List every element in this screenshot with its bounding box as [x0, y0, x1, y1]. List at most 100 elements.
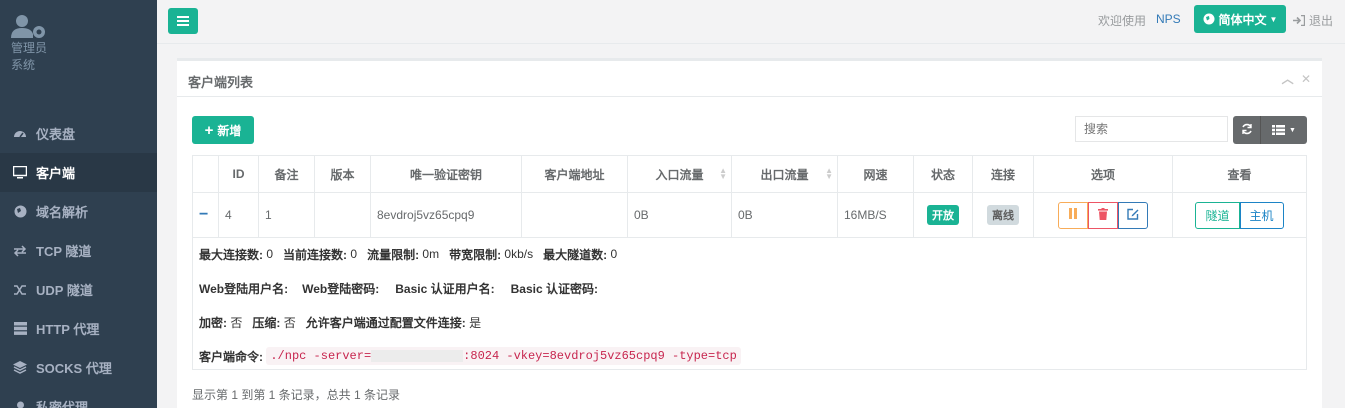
cmd-suffix: :8024 -vkey=8evdroj5vz65cpq9 -type=tcp [463, 349, 737, 363]
dashboard-icon [12, 126, 28, 142]
max-conn-label: 最大连接数: [199, 247, 263, 262]
sidebar-item-domain[interactable]: 域名解析 [0, 192, 157, 231]
client-list-panel: 客户端列表 ︿ ✕ + 新增 ▼ ID 备注 版本 唯一验证密钥 客户端地址 [177, 58, 1322, 408]
col-version[interactable]: 版本 [314, 155, 371, 193]
edit-button[interactable] [1118, 201, 1148, 229]
max-tunnel-value: 0 [610, 247, 618, 261]
columns-dropdown-button[interactable]: ▼ [1261, 116, 1307, 144]
refresh-button[interactable] [1233, 116, 1261, 144]
col-out-flow-label: 出口流量 [760, 167, 809, 182]
language-label: 简体中文 [1218, 12, 1267, 27]
view-host-button[interactable]: 主机 [1239, 201, 1284, 229]
sidebar-item-dashboard[interactable]: 仪表盘 [0, 114, 157, 153]
add-client-button[interactable]: + 新增 [192, 116, 254, 144]
welcome-text: 欢迎使用 [1098, 14, 1147, 28]
cell-in-flow: 0B [627, 192, 732, 238]
add-label: 新增 [217, 123, 242, 138]
sign-out-icon [1293, 15, 1305, 26]
col-in-flow-label: 入口流量 [655, 167, 704, 182]
sidebar-item-tcp[interactable]: TCP 隧道 [0, 231, 157, 270]
cell-out-flow: 0B [731, 192, 838, 238]
language-dropdown[interactable]: 简体中文 ▼ [1194, 5, 1286, 33]
sidebar-item-label: 私密代理 [36, 400, 89, 408]
bars-icon [177, 14, 189, 29]
col-in-flow[interactable]: 入口流量 ▲ ▼ [627, 155, 732, 193]
sidebar-item-clients[interactable]: 客户端 [0, 153, 157, 192]
sidebar-item-label: 域名解析 [36, 205, 89, 220]
client-detail: 最大连接数: 0 当前连接数: 0 流量限制: 0m 带宽限制: 0kb/s 最… [192, 237, 1307, 370]
cell-remark: 1 [258, 192, 315, 238]
col-remark[interactable]: 备注 [258, 155, 315, 193]
layers-icon [12, 360, 28, 376]
col-view: 查看 [1172, 155, 1307, 193]
cell-speed: 16MB/S [837, 192, 914, 238]
sidebar-item-secret[interactable]: 私密代理 [0, 387, 157, 408]
sidebar-item-udp[interactable]: UDP 隧道 [0, 270, 157, 309]
compress-value: 否 [283, 315, 296, 330]
user-secret-icon [12, 399, 28, 408]
crypt-label: 加密: [199, 315, 227, 330]
basic-user-label: Basic 认证用户名: [395, 281, 495, 296]
table-header-row: ID 备注 版本 唯一验证密钥 客户端地址 入口流量 ▲ ▼ 出口流量 ▲ ▼ 网速 状… [192, 155, 1307, 193]
col-vkey[interactable]: 唯一验证密钥 [370, 155, 522, 193]
max-conn-value: 0 [266, 247, 274, 261]
flow-limit-value: 0m [422, 247, 440, 261]
col-expand [192, 155, 219, 193]
table-row: − 4 1 8evdroj5vz65cpq9 0B 0B 16MB/S 开放 离… [192, 192, 1307, 238]
col-id[interactable]: ID [218, 155, 259, 193]
sidebar-item-label: HTTP 代理 [36, 322, 100, 337]
sidebar-item-http[interactable]: HTTP 代理 [0, 309, 157, 348]
view-tunnel-button[interactable]: 隧道 [1195, 201, 1240, 229]
cmd-prefix: ./npc -server= [270, 349, 372, 363]
logout-link[interactable]: 退出 [1293, 12, 1333, 29]
redacted-server-address [371, 349, 464, 362]
rate-limit-value: 0kb/s [504, 247, 534, 261]
cell-view: 隧道 主机 [1172, 192, 1307, 238]
user-name: 管理员 [11, 41, 48, 55]
top-navbar: 欢迎使用 NPS 简体中文 ▼ 退出 [157, 0, 1345, 44]
col-out-flow[interactable]: 出口流量 ▲ ▼ [731, 155, 838, 193]
collapse-icon[interactable]: ︿ [1282, 72, 1294, 86]
sidebar-item-socks[interactable]: SOCKS 代理 [0, 348, 157, 387]
connect-badge: 离线 [987, 205, 1019, 225]
cur-conn-value: 0 [350, 247, 358, 261]
logout-label: 退出 [1309, 14, 1334, 28]
col-connect[interactable]: 连接 [972, 155, 1034, 193]
caret-down-icon: ▼ [1289, 126, 1296, 134]
edit-icon [1127, 208, 1139, 223]
detail-options-row: 加密: 否 压缩: 否 允许客户端通过配置文件连接: 是 [199, 305, 1306, 339]
globe-icon [1203, 13, 1215, 25]
panel-title: 客户端列表 [188, 75, 254, 90]
cell-version [314, 192, 371, 238]
col-options: 选项 [1033, 155, 1173, 193]
close-icon[interactable]: ✕ [1301, 72, 1311, 86]
config-conn-value: 是 [469, 315, 482, 330]
sidebar: 管理员 系统 仪表盘 客户端 域名解析 TCP 隧道 UDP 隧道 HTTP 代… [0, 0, 157, 408]
trash-icon [1098, 207, 1108, 223]
search-input[interactable] [1075, 116, 1228, 142]
desktop-icon [12, 165, 28, 181]
menu-toggle-button[interactable] [168, 8, 198, 34]
plus-icon: + [204, 121, 214, 139]
col-status[interactable]: 状态 [913, 155, 973, 193]
sidebar-item-label: SOCKS 代理 [36, 361, 112, 376]
sort-icon: ▲ ▼ [719, 166, 727, 181]
pause-button[interactable] [1058, 201, 1088, 229]
pagination-summary: 显示第 1 到第 1 条记录，总共 1 条记录 [192, 388, 401, 402]
col-speed[interactable]: 网速 [837, 155, 914, 193]
table-toolbar: ▼ [1233, 116, 1307, 144]
delete-button[interactable] [1088, 201, 1118, 229]
col-address[interactable]: 客户端地址 [521, 155, 628, 193]
sidebar-item-label: 仪表盘 [36, 127, 76, 142]
user-role: 系统 [11, 58, 36, 72]
client-command: ./npc -server= :8024 -vkey=8evdroj5vz65cp… [266, 347, 741, 365]
row-collapse-toggle[interactable]: − [192, 192, 219, 238]
max-tunnel-label: 最大隧道数: [543, 247, 608, 262]
client-table: ID 备注 版本 唯一验证密钥 客户端地址 入口流量 ▲ ▼ 出口流量 ▲ ▼ 网速 状… [192, 155, 1307, 238]
brand-link[interactable]: NPS [1156, 12, 1181, 26]
cell-id: 4 [218, 192, 259, 238]
status-badge: 开放 [927, 205, 959, 225]
sort-icon: ▲ ▼ [825, 166, 833, 181]
server-icon [12, 321, 28, 337]
panel-tools: ︿ ✕ [1282, 70, 1311, 87]
